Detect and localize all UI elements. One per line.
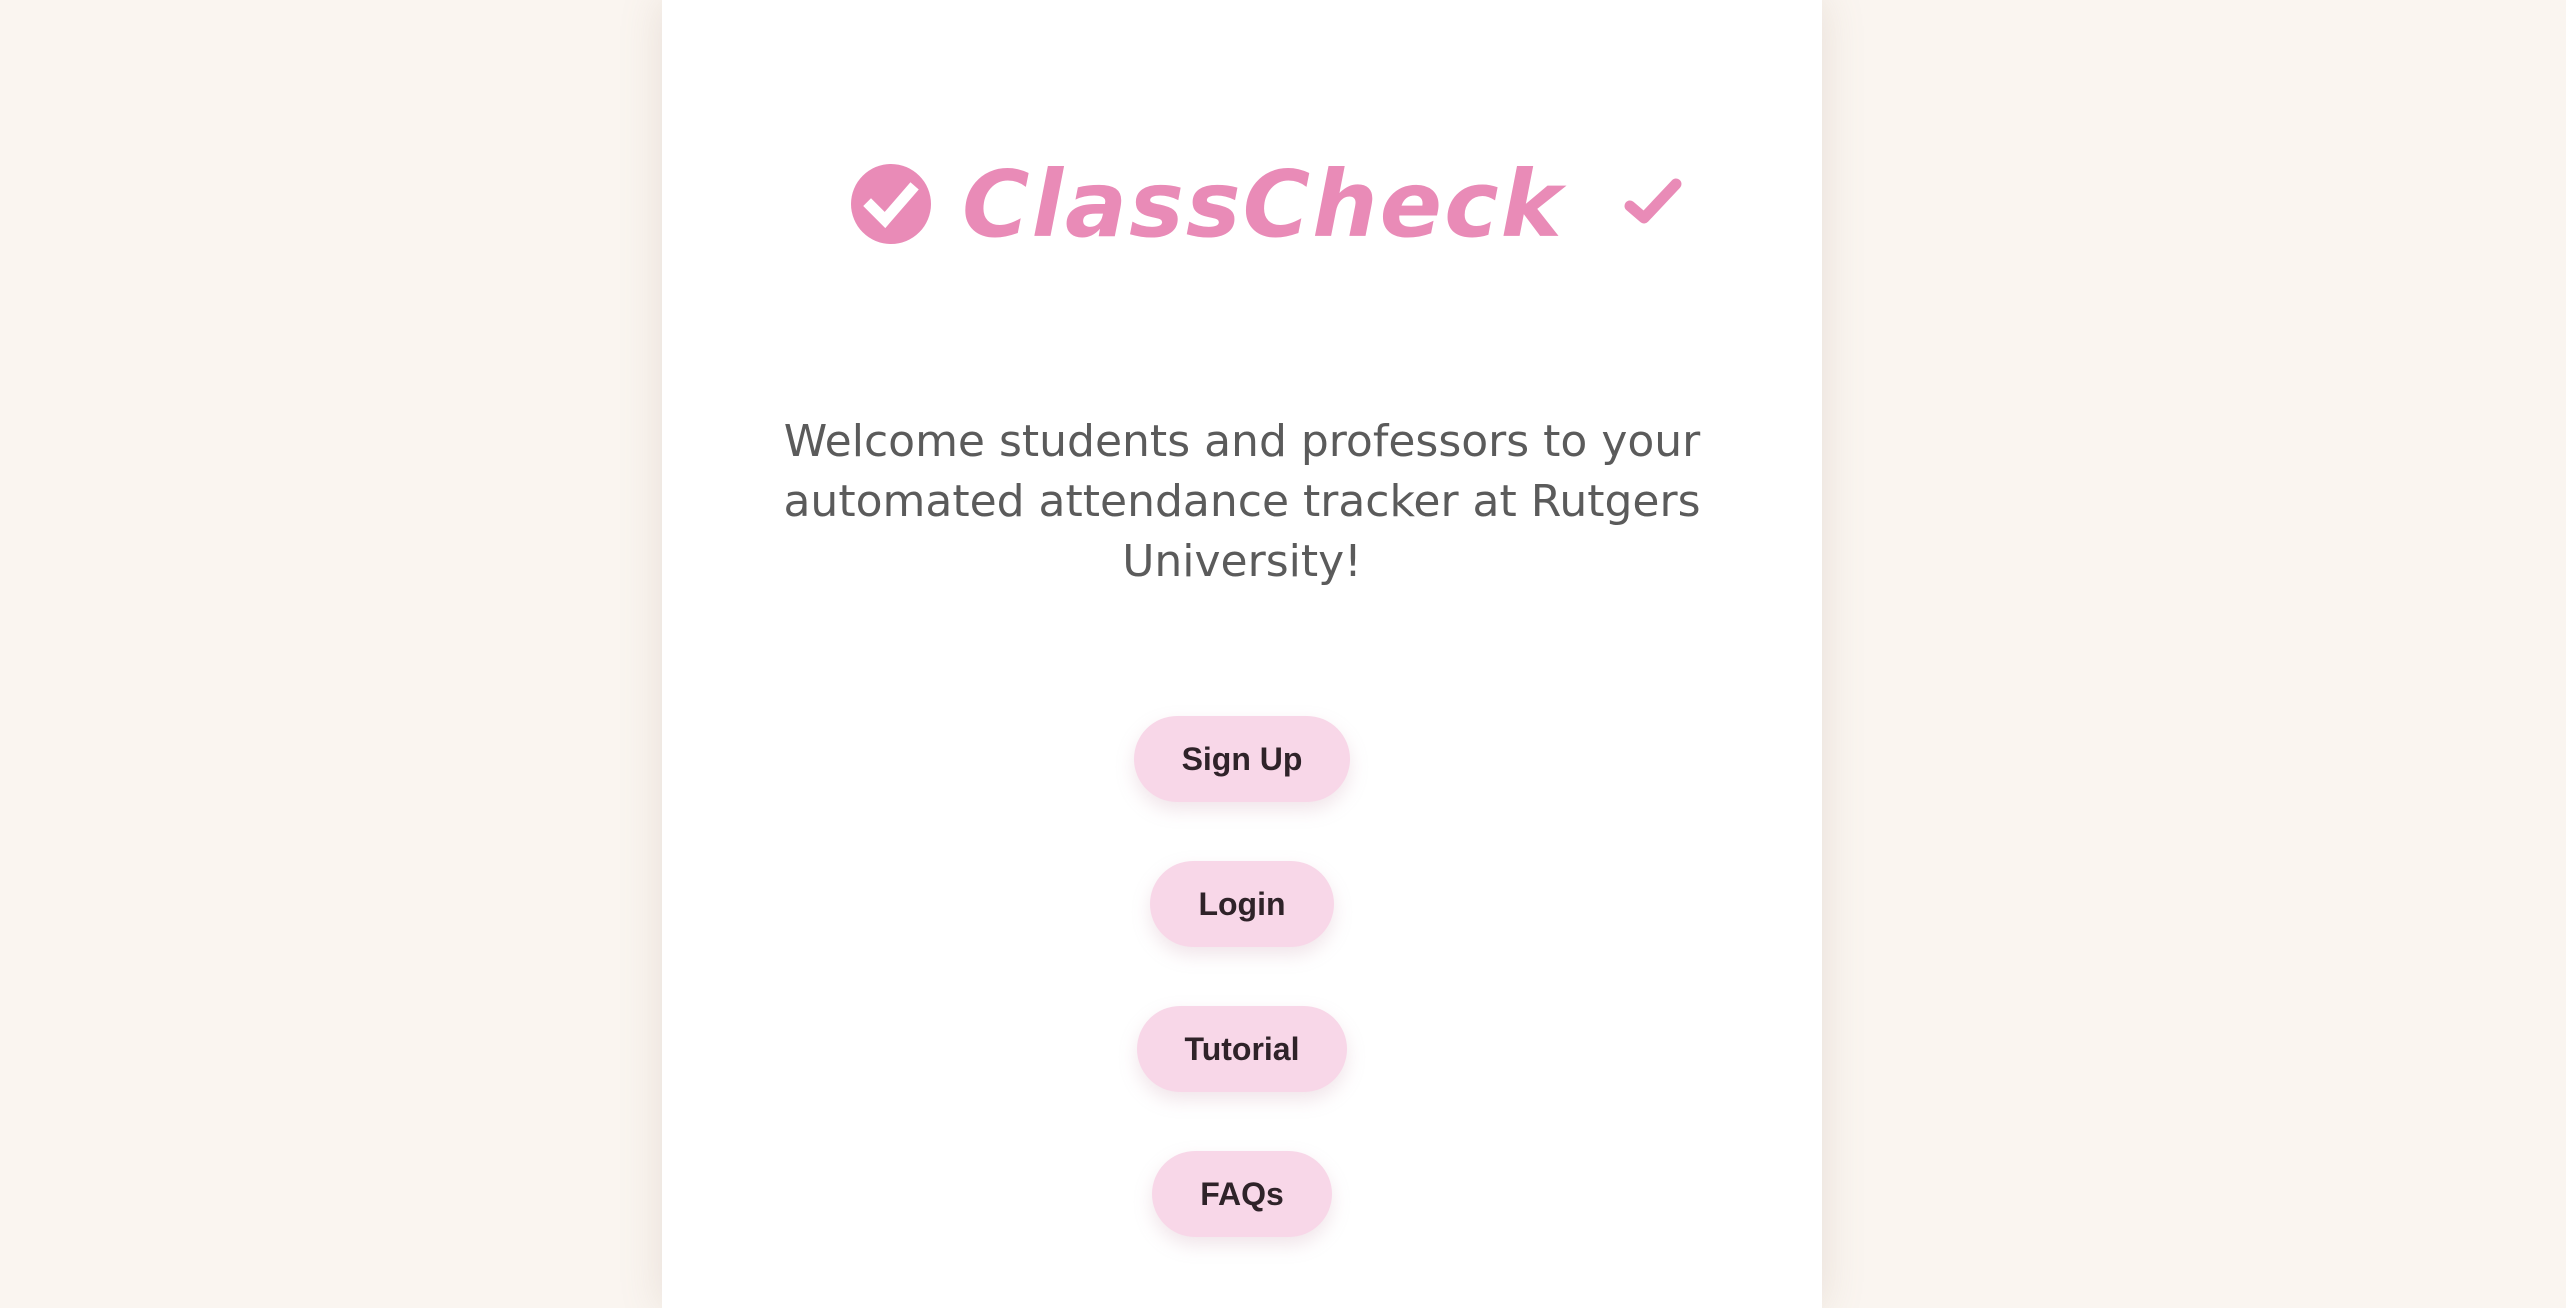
faqs-button-row: FAQs — [662, 1151, 1822, 1237]
tutorial-button-row: Tutorial — [662, 1006, 1822, 1092]
faqs-button[interactable]: FAQs — [1152, 1151, 1332, 1237]
welcome-message: Welcome students and professors to your … — [783, 416, 1701, 587]
signup-button-row: Sign Up — [662, 716, 1822, 802]
check-circle-icon — [851, 164, 931, 244]
brand-name: ClassCheck — [962, 151, 1564, 258]
login-button[interactable]: Login — [1150, 861, 1334, 947]
brand-logo: ClassCheck — [662, 150, 1822, 260]
signup-button[interactable]: Sign Up — [1133, 716, 1351, 802]
login-button-row: Login — [662, 861, 1822, 947]
tutorial-button[interactable]: Tutorial — [1136, 1006, 1348, 1092]
check-icon — [1624, 178, 1682, 224]
main-card: ClassCheck Welcome students and professo… — [662, 0, 1822, 1308]
